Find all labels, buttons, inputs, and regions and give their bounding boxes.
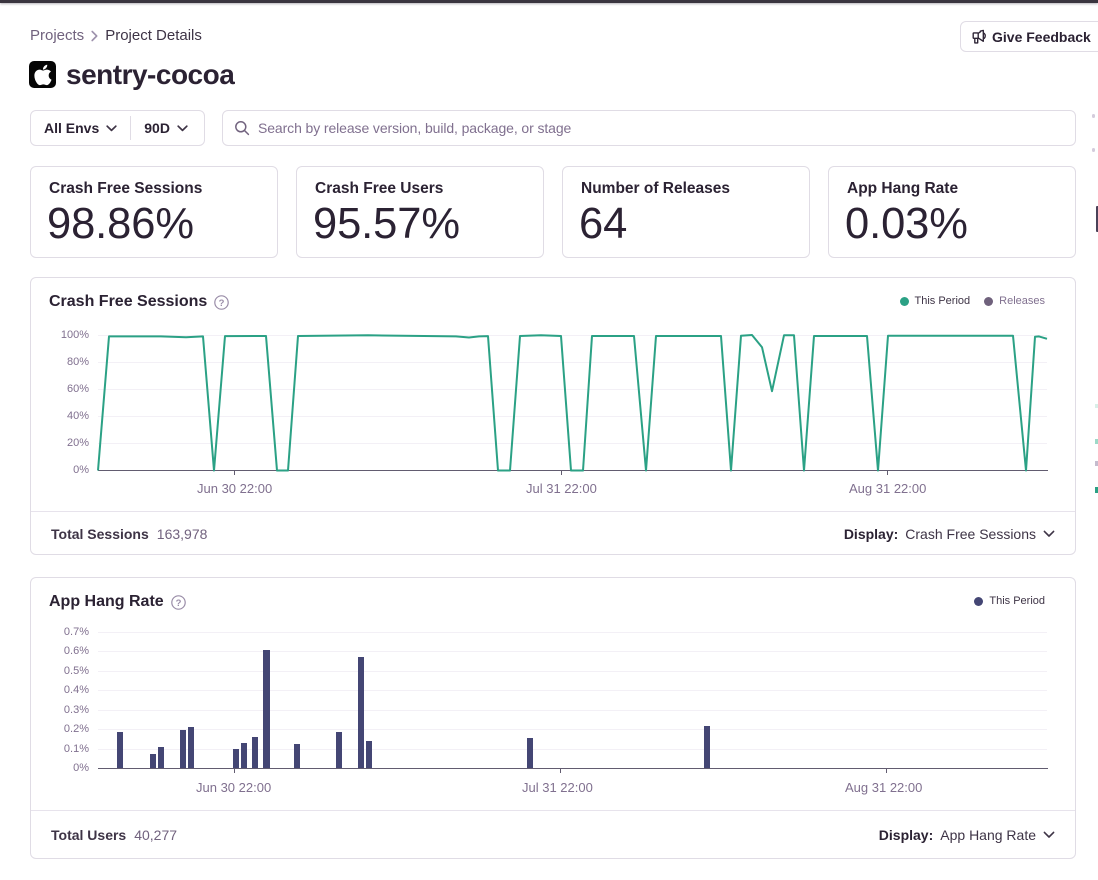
- svg-text:?: ?: [219, 297, 225, 308]
- svg-text:?: ?: [175, 597, 181, 608]
